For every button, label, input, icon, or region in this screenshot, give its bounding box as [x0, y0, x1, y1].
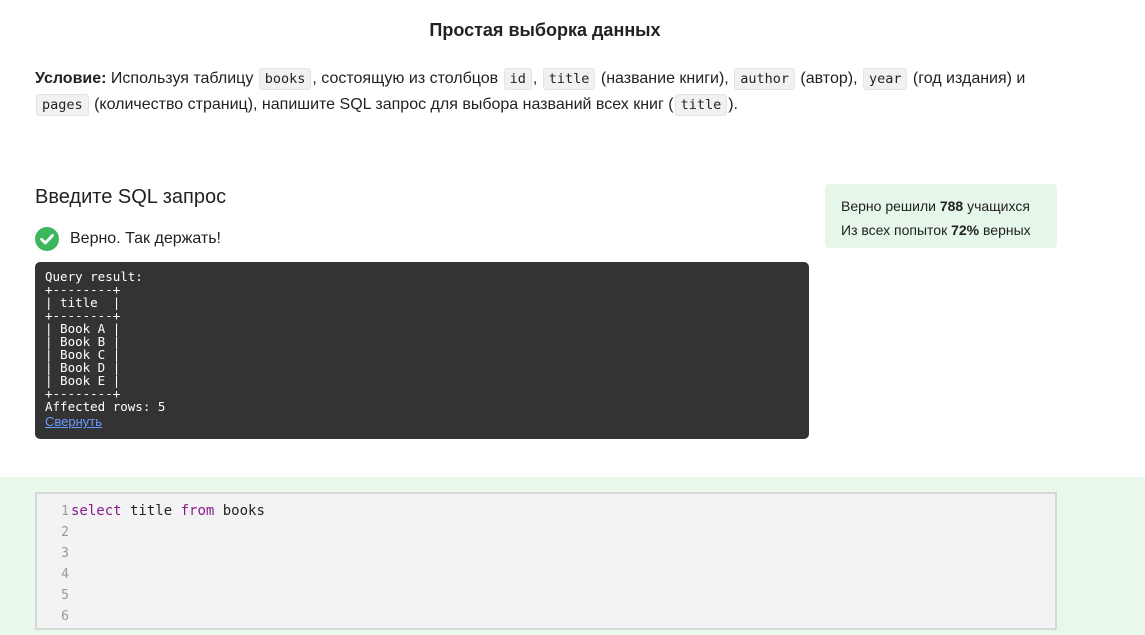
- stats-text: учащихся: [963, 198, 1030, 214]
- solved-count: 788: [939, 198, 964, 214]
- result-line: Affected rows: 5: [45, 399, 166, 414]
- code-year: year: [862, 68, 908, 90]
- line-number: 1: [61, 504, 69, 519]
- editor-area: 1 2 3 4 5 6 select title from books: [0, 477, 1145, 635]
- status-text: Верно. Так держать!: [70, 230, 221, 247]
- attempts-percent: 72%: [951, 222, 980, 238]
- keyword-select: select: [71, 503, 122, 519]
- stats-text: Верно решили: [841, 198, 940, 214]
- check-circle-icon: [35, 227, 59, 251]
- stats-panel: Верно решили 788 учащихся Из всех попыто…: [825, 184, 1057, 248]
- condition-text: (год издания) и: [908, 70, 1026, 87]
- query-result-output: Query result: +--------+ | title | +----…: [45, 270, 799, 413]
- condition-text: ).: [728, 96, 738, 113]
- code-column: title: [121, 503, 181, 519]
- condition-label: Условие:: [35, 70, 107, 87]
- condition-text: (название книги),: [596, 70, 734, 87]
- line-number-gutter: 1 2 3 4 5 6: [37, 494, 69, 627]
- code-books: books: [258, 68, 312, 90]
- status-message: Верно. Так держать!: [35, 227, 221, 251]
- line-number: 3: [61, 546, 69, 561]
- condition-text: ,: [532, 70, 542, 87]
- code-author: author: [734, 68, 795, 90]
- collapse-link[interactable]: Свернуть: [45, 414, 102, 429]
- stats-text: верных: [979, 222, 1031, 238]
- condition-text: , состоящую из столбцов: [312, 70, 503, 87]
- code-input[interactable]: select title from books: [71, 494, 1055, 628]
- page-title: Простая выборка данных: [429, 20, 661, 40]
- code-line: select title from books: [71, 501, 1055, 522]
- task-condition: Условие: Используя таблицу books, состоя…: [35, 66, 1055, 118]
- code-pages: pages: [36, 94, 89, 116]
- line-number: 5: [61, 588, 69, 603]
- stats-attempts: Из всех попыток 72% верных: [841, 218, 1041, 242]
- code-title: title: [674, 94, 728, 116]
- condition-text: (автор),: [795, 70, 862, 87]
- query-result-panel: Query result: +--------+ | title | +----…: [35, 262, 809, 439]
- keyword-from: from: [180, 503, 215, 519]
- line-number: 4: [61, 567, 69, 582]
- stats-solved: Верно решили 788 учащихся: [841, 194, 1041, 218]
- condition-text: (количество страниц), напишите SQL запро…: [89, 96, 674, 113]
- condition-text: Используя таблицу: [106, 70, 258, 87]
- sql-heading: Введите SQL запрос: [35, 186, 227, 208]
- line-number: 2: [61, 525, 69, 540]
- line-number: 6: [61, 609, 69, 624]
- code-table: books: [214, 503, 265, 519]
- code-id: id: [503, 68, 532, 90]
- code-editor[interactable]: 1 2 3 4 5 6 select title from books: [35, 492, 1057, 630]
- stats-text: Из всех попыток: [841, 222, 952, 238]
- code-title: title: [542, 68, 596, 90]
